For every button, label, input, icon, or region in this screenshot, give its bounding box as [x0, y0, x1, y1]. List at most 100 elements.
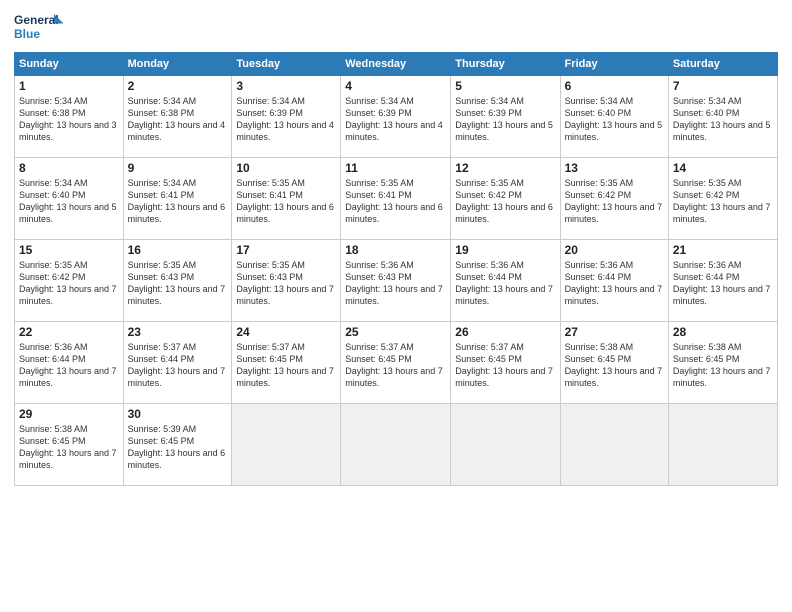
daylight-label: Daylight: 13 hours and 7 minutes.: [236, 366, 334, 388]
calendar-table: SundayMondayTuesdayWednesdayThursdayFrid…: [14, 52, 778, 486]
sunset-label: Sunset: 6:41 PM: [236, 190, 303, 200]
sunrise-label: Sunrise: 5:34 AM: [455, 96, 524, 106]
sunset-label: Sunset: 6:39 PM: [455, 108, 522, 118]
day-number: 3: [236, 79, 336, 93]
sunset-label: Sunset: 6:38 PM: [19, 108, 86, 118]
day-info: Sunrise: 5:36 AM Sunset: 6:44 PM Dayligh…: [565, 259, 664, 308]
day-info: Sunrise: 5:34 AM Sunset: 6:39 PM Dayligh…: [236, 95, 336, 144]
day-cell-2: 2 Sunrise: 5:34 AM Sunset: 6:38 PM Dayli…: [123, 76, 232, 158]
daylight-label: Daylight: 13 hours and 7 minutes.: [19, 366, 117, 388]
day-number: 20: [565, 243, 664, 257]
day-info: Sunrise: 5:35 AM Sunset: 6:42 PM Dayligh…: [19, 259, 119, 308]
day-cell-24: 24 Sunrise: 5:37 AM Sunset: 6:45 PM Dayl…: [232, 322, 341, 404]
sunrise-label: Sunrise: 5:35 AM: [19, 260, 88, 270]
page: General Blue SundayMondayTuesdayWednesda…: [0, 0, 792, 612]
day-cell-26: 26 Sunrise: 5:37 AM Sunset: 6:45 PM Dayl…: [451, 322, 560, 404]
day-number: 11: [345, 161, 446, 175]
daylight-label: Daylight: 13 hours and 7 minutes.: [236, 284, 334, 306]
day-cell-18: 18 Sunrise: 5:36 AM Sunset: 6:43 PM Dayl…: [341, 240, 451, 322]
day-info: Sunrise: 5:35 AM Sunset: 6:42 PM Dayligh…: [455, 177, 555, 226]
day-info: Sunrise: 5:35 AM Sunset: 6:43 PM Dayligh…: [236, 259, 336, 308]
sunrise-label: Sunrise: 5:35 AM: [236, 260, 305, 270]
sunrise-label: Sunrise: 5:37 AM: [345, 342, 414, 352]
day-number: 30: [128, 407, 228, 421]
header-sunday: Sunday: [15, 53, 124, 76]
daylight-label: Daylight: 13 hours and 7 minutes.: [673, 202, 771, 224]
day-cell-27: 27 Sunrise: 5:38 AM Sunset: 6:45 PM Dayl…: [560, 322, 668, 404]
day-cell-6: 6 Sunrise: 5:34 AM Sunset: 6:40 PM Dayli…: [560, 76, 668, 158]
sunrise-label: Sunrise: 5:34 AM: [345, 96, 414, 106]
day-number: 15: [19, 243, 119, 257]
day-number: 6: [565, 79, 664, 93]
day-info: Sunrise: 5:35 AM Sunset: 6:42 PM Dayligh…: [565, 177, 664, 226]
day-info: Sunrise: 5:34 AM Sunset: 6:40 PM Dayligh…: [673, 95, 773, 144]
day-cell-22: 22 Sunrise: 5:36 AM Sunset: 6:44 PM Dayl…: [15, 322, 124, 404]
day-info: Sunrise: 5:35 AM Sunset: 6:41 PM Dayligh…: [345, 177, 446, 226]
svg-text:General: General: [14, 13, 59, 27]
daylight-label: Daylight: 13 hours and 5 minutes.: [673, 120, 771, 142]
sunrise-label: Sunrise: 5:38 AM: [19, 424, 88, 434]
sunset-label: Sunset: 6:45 PM: [128, 436, 195, 446]
empty-cell: [232, 404, 341, 486]
day-info: Sunrise: 5:36 AM Sunset: 6:44 PM Dayligh…: [19, 341, 119, 390]
week-row-4: 22 Sunrise: 5:36 AM Sunset: 6:44 PM Dayl…: [15, 322, 778, 404]
sunset-label: Sunset: 6:45 PM: [236, 354, 303, 364]
day-cell-12: 12 Sunrise: 5:35 AM Sunset: 6:42 PM Dayl…: [451, 158, 560, 240]
sunset-label: Sunset: 6:39 PM: [345, 108, 412, 118]
day-info: Sunrise: 5:34 AM Sunset: 6:41 PM Dayligh…: [128, 177, 228, 226]
sunrise-label: Sunrise: 5:36 AM: [345, 260, 414, 270]
day-number: 4: [345, 79, 446, 93]
sunset-label: Sunset: 6:38 PM: [128, 108, 195, 118]
sunrise-label: Sunrise: 5:34 AM: [673, 96, 742, 106]
day-cell-11: 11 Sunrise: 5:35 AM Sunset: 6:41 PM Dayl…: [341, 158, 451, 240]
sunset-label: Sunset: 6:41 PM: [345, 190, 412, 200]
daylight-label: Daylight: 13 hours and 5 minutes.: [455, 120, 553, 142]
sunset-label: Sunset: 6:42 PM: [455, 190, 522, 200]
sunset-label: Sunset: 6:42 PM: [19, 272, 86, 282]
day-info: Sunrise: 5:39 AM Sunset: 6:45 PM Dayligh…: [128, 423, 228, 472]
day-cell-7: 7 Sunrise: 5:34 AM Sunset: 6:40 PM Dayli…: [668, 76, 777, 158]
day-info: Sunrise: 5:36 AM Sunset: 6:44 PM Dayligh…: [455, 259, 555, 308]
day-info: Sunrise: 5:34 AM Sunset: 6:40 PM Dayligh…: [565, 95, 664, 144]
sunrise-label: Sunrise: 5:34 AM: [19, 96, 88, 106]
sunrise-label: Sunrise: 5:38 AM: [565, 342, 634, 352]
daylight-label: Daylight: 13 hours and 7 minutes.: [19, 284, 117, 306]
daylight-label: Daylight: 13 hours and 4 minutes.: [128, 120, 226, 142]
day-info: Sunrise: 5:35 AM Sunset: 6:43 PM Dayligh…: [128, 259, 228, 308]
sunset-label: Sunset: 6:43 PM: [236, 272, 303, 282]
day-number: 24: [236, 325, 336, 339]
day-info: Sunrise: 5:34 AM Sunset: 6:38 PM Dayligh…: [19, 95, 119, 144]
day-number: 8: [19, 161, 119, 175]
sunset-label: Sunset: 6:42 PM: [673, 190, 740, 200]
day-cell-5: 5 Sunrise: 5:34 AM Sunset: 6:39 PM Dayli…: [451, 76, 560, 158]
daylight-label: Daylight: 13 hours and 7 minutes.: [19, 448, 117, 470]
sunrise-label: Sunrise: 5:34 AM: [565, 96, 634, 106]
daylight-label: Daylight: 13 hours and 4 minutes.: [345, 120, 443, 142]
sunset-label: Sunset: 6:45 PM: [565, 354, 632, 364]
sunset-label: Sunset: 6:44 PM: [455, 272, 522, 282]
daylight-label: Daylight: 13 hours and 7 minutes.: [673, 284, 771, 306]
sunrise-label: Sunrise: 5:35 AM: [455, 178, 524, 188]
daylight-label: Daylight: 13 hours and 5 minutes.: [565, 120, 663, 142]
day-cell-14: 14 Sunrise: 5:35 AM Sunset: 6:42 PM Dayl…: [668, 158, 777, 240]
daylight-label: Daylight: 13 hours and 6 minutes.: [128, 448, 226, 470]
day-cell-15: 15 Sunrise: 5:35 AM Sunset: 6:42 PM Dayl…: [15, 240, 124, 322]
sunrise-label: Sunrise: 5:35 AM: [345, 178, 414, 188]
day-number: 18: [345, 243, 446, 257]
svg-text:Blue: Blue: [14, 27, 40, 41]
daylight-label: Daylight: 13 hours and 7 minutes.: [565, 284, 663, 306]
daylight-label: Daylight: 13 hours and 7 minutes.: [128, 284, 226, 306]
day-number: 23: [128, 325, 228, 339]
week-row-5: 29 Sunrise: 5:38 AM Sunset: 6:45 PM Dayl…: [15, 404, 778, 486]
sunrise-label: Sunrise: 5:36 AM: [673, 260, 742, 270]
sunrise-label: Sunrise: 5:37 AM: [455, 342, 524, 352]
header-thursday: Thursday: [451, 53, 560, 76]
daylight-label: Daylight: 13 hours and 6 minutes.: [128, 202, 226, 224]
empty-cell: [668, 404, 777, 486]
week-row-3: 15 Sunrise: 5:35 AM Sunset: 6:42 PM Dayl…: [15, 240, 778, 322]
day-info: Sunrise: 5:38 AM Sunset: 6:45 PM Dayligh…: [673, 341, 773, 390]
day-info: Sunrise: 5:37 AM Sunset: 6:44 PM Dayligh…: [128, 341, 228, 390]
week-row-2: 8 Sunrise: 5:34 AM Sunset: 6:40 PM Dayli…: [15, 158, 778, 240]
sunset-label: Sunset: 6:44 PM: [128, 354, 195, 364]
day-cell-10: 10 Sunrise: 5:35 AM Sunset: 6:41 PM Dayl…: [232, 158, 341, 240]
